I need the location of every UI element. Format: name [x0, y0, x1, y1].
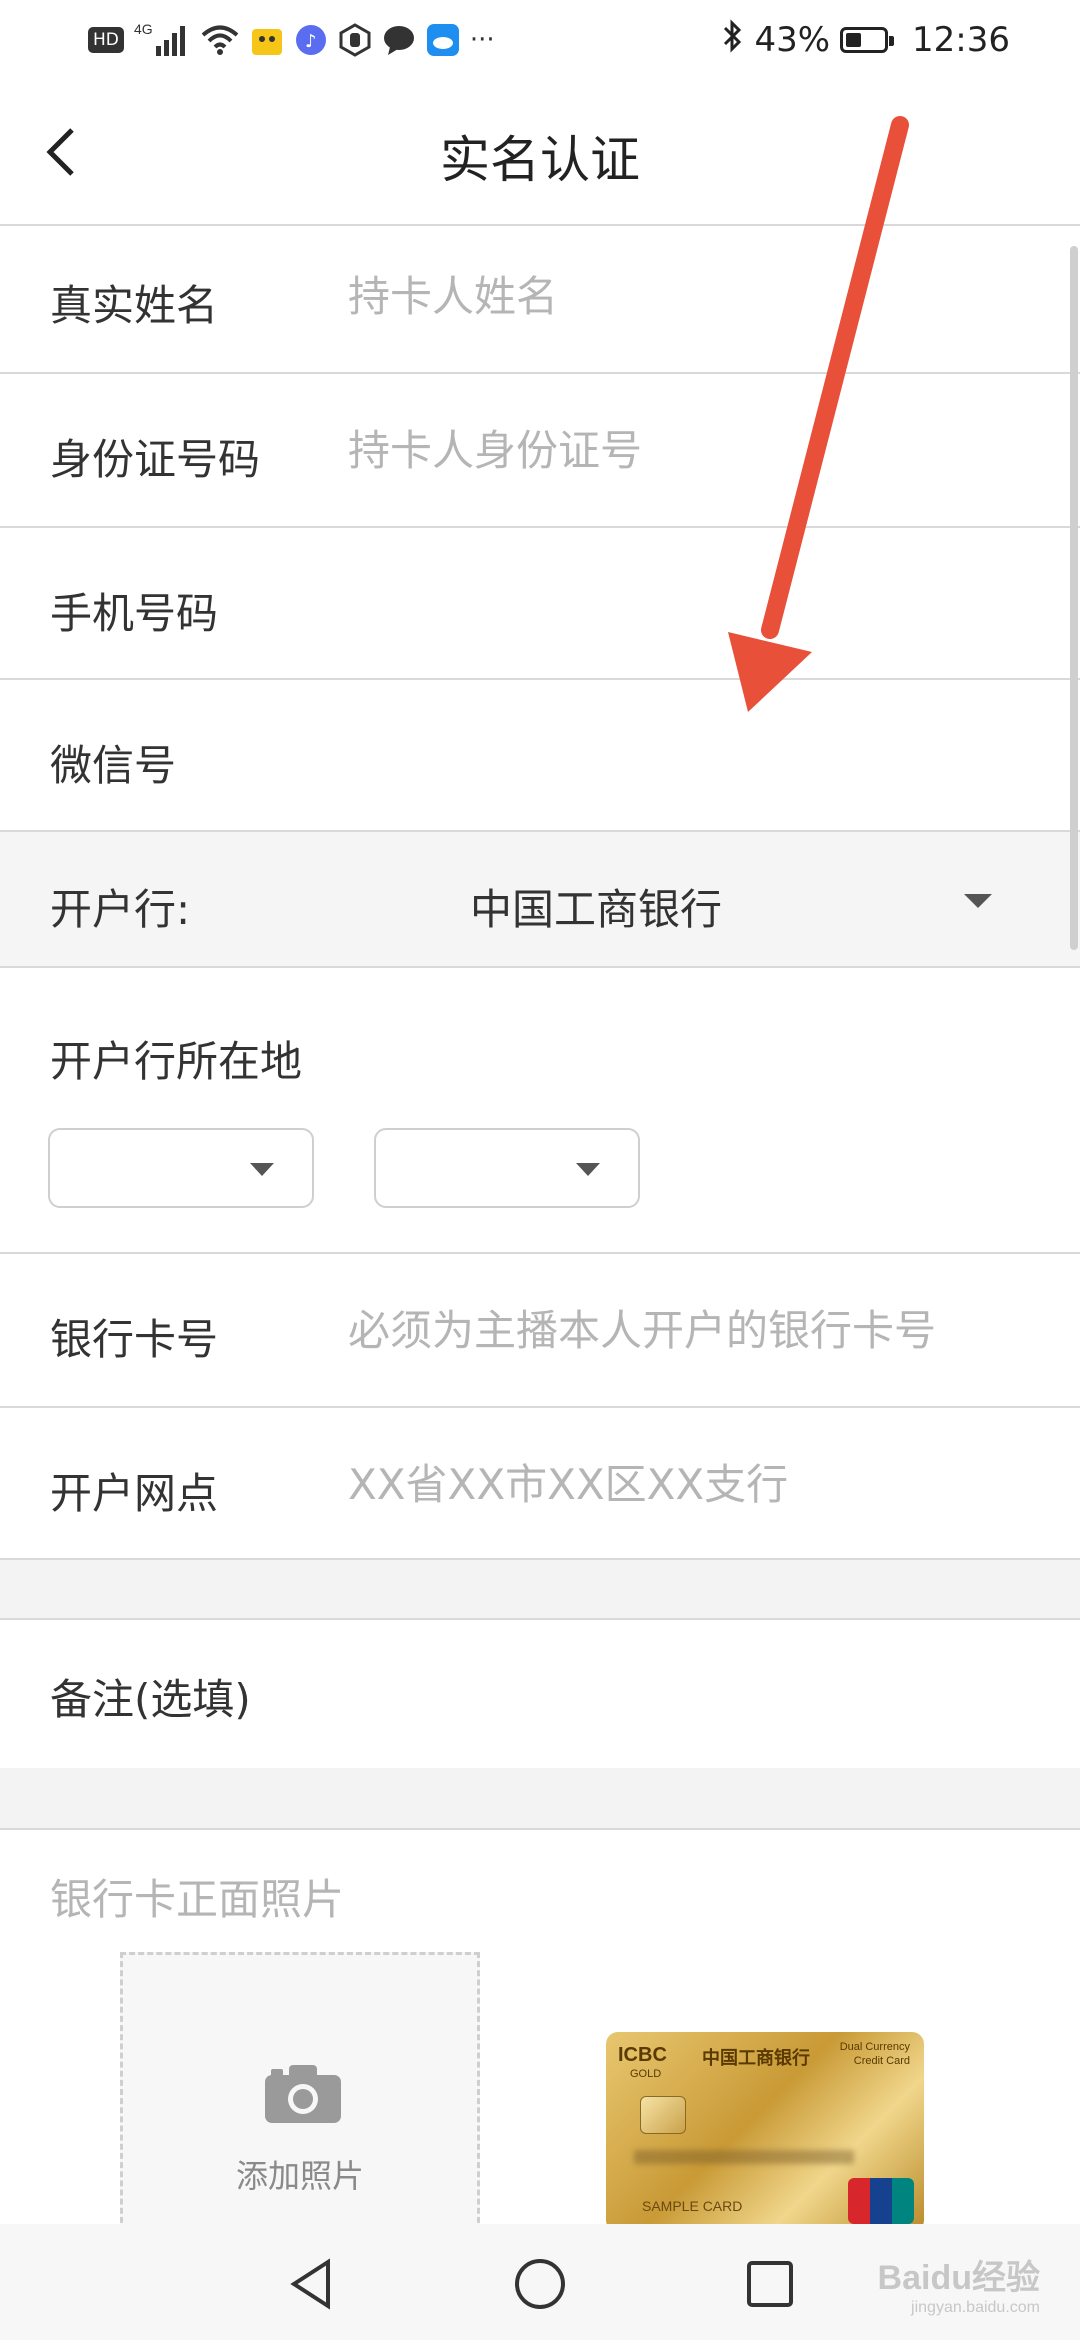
remark-row[interactable]: 备注(选填)	[0, 1620, 1080, 1768]
page-title: 实名认证	[440, 131, 640, 189]
card-brand: ICBC	[618, 2044, 667, 2066]
branch-row: 开户网点	[0, 1408, 1080, 1560]
weather-icon	[426, 23, 460, 57]
signal-icon: 4G	[134, 20, 190, 60]
branch-input[interactable]	[348, 1460, 1040, 1509]
circle-home-icon	[515, 2259, 565, 2309]
square-recents-icon	[747, 2261, 793, 2307]
caret-down-icon	[964, 894, 992, 908]
hd-label: HD	[93, 30, 119, 50]
branch-label: 开户网点	[50, 1469, 219, 1518]
card-number-blurred	[634, 2150, 854, 2164]
watermark: Baidu经验 jingyan.baidu.com	[878, 2250, 1040, 2317]
bank-card-photo-label: 银行卡正面照片	[50, 1875, 345, 1924]
card-bank-name: 中国工商银行	[702, 2048, 810, 2069]
id-number-label: 身份证号码	[50, 435, 261, 484]
hd-badge: HD	[88, 27, 124, 53]
wechat-label: 微信号	[50, 741, 177, 790]
triangle-back-icon	[290, 2258, 330, 2310]
add-photo-button[interactable]: 添加照片	[120, 1952, 480, 2232]
battery-icon	[840, 27, 895, 53]
svg-text:♪: ♪	[305, 31, 317, 52]
app-notification-icon	[250, 23, 284, 57]
caret-down-icon	[576, 1163, 600, 1176]
chat-icon	[382, 23, 416, 57]
city-select[interactable]	[374, 1128, 640, 1208]
bank-select[interactable]: 开户行: 中国工商银行	[0, 832, 1080, 968]
card-number-label: 银行卡号	[50, 1315, 219, 1364]
add-photo-label: 添加照片	[235, 2157, 364, 2195]
hand-icon	[338, 23, 372, 57]
wifi-icon	[200, 22, 240, 58]
card-type-line1: Dual Currency	[839, 2041, 910, 2053]
card-chip	[640, 2096, 686, 2134]
phone-input[interactable]	[348, 580, 1040, 629]
bank-label: 开户行:	[50, 885, 191, 934]
bluetooth-icon	[722, 18, 744, 63]
card-tier: GOLD	[630, 2068, 662, 2080]
wechat-row: 微信号	[0, 680, 1080, 832]
card-type: Dual Currency Credit Card	[840, 2040, 910, 2068]
network-type: 4G	[134, 21, 153, 37]
unionpay-logo	[848, 2178, 914, 2224]
id-number-input[interactable]	[348, 426, 1040, 475]
phone-row: 手机号码	[0, 528, 1080, 680]
camera-icon	[265, 2065, 341, 2123]
status-bar: HD 4G ♪ ··· 43% 12:36	[0, 0, 1080, 80]
battery-percent: 43%	[754, 20, 831, 60]
music-icon: ♪	[294, 23, 328, 57]
id-number-row: 身份证号码	[0, 374, 1080, 528]
bank-value: 中国工商银行	[470, 885, 723, 934]
nav-back-button[interactable]	[282, 2254, 342, 2314]
sample-card-image: ICBC 中国工商银行 Dual Currency Credit Card GO…	[606, 2032, 924, 2232]
card-number-row: 银行卡号	[0, 1254, 1080, 1408]
remark-label: 备注(选填)	[50, 1675, 251, 1724]
bank-location-label: 开户行所在地	[50, 1037, 303, 1086]
bank-location-row: 开户行所在地	[0, 968, 1080, 1254]
watermark-sub: jingyan.baidu.com	[911, 2299, 1040, 2316]
watermark-text: Baidu经验	[877, 2259, 1040, 2297]
real-name-label: 真实姓名	[50, 281, 219, 330]
nav-home-button[interactable]	[510, 2254, 570, 2314]
caret-down-icon	[250, 1163, 274, 1176]
clock: 12:36	[912, 20, 1010, 60]
card-number-input[interactable]	[348, 1306, 1040, 1355]
title-bar: 实名认证	[0, 80, 1080, 226]
phone-label: 手机号码	[50, 589, 219, 638]
section-divider	[0, 1768, 1080, 1830]
real-name-row: 真实姓名	[0, 226, 1080, 374]
section-divider	[0, 1560, 1080, 1620]
card-sample-text: SAMPLE CARD	[642, 2198, 743, 2214]
nav-recents-button[interactable]	[740, 2254, 800, 2314]
province-select[interactable]	[48, 1128, 314, 1208]
wechat-input[interactable]	[348, 732, 1040, 781]
card-type-line2: Credit Card	[853, 2055, 910, 2067]
more-icon: ···	[469, 25, 495, 55]
real-name-input[interactable]	[348, 272, 1040, 321]
scrollbar[interactable]	[1070, 246, 1078, 950]
